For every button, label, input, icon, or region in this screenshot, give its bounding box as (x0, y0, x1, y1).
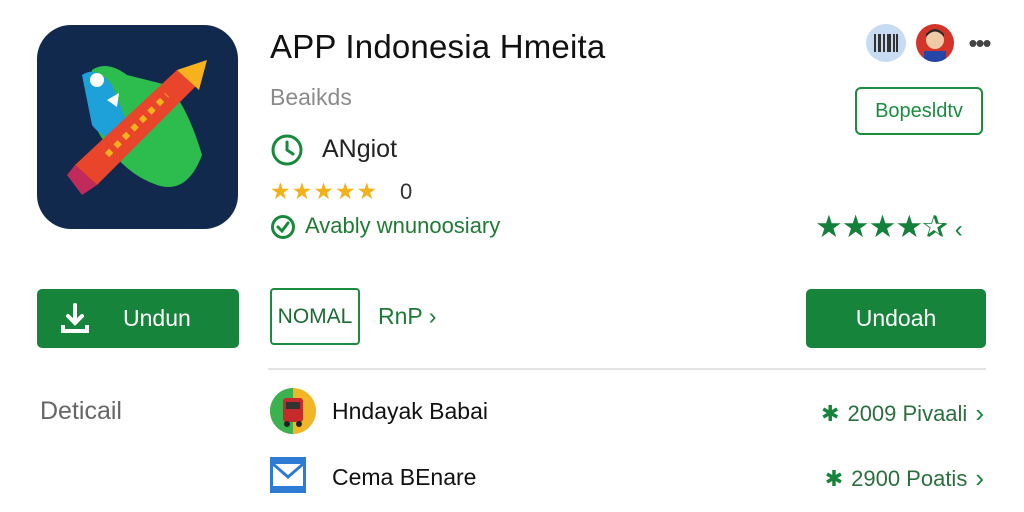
badge-icon: ✱ (824, 465, 844, 491)
secondary-action-button[interactable]: Bopesldtv (855, 87, 983, 135)
verified-text: Avably wnunoosiary (305, 213, 501, 238)
install-button-right[interactable]: Undoah (806, 289, 986, 348)
nomal-option-button[interactable]: NOMAL (270, 288, 360, 345)
download-icon (61, 302, 89, 333)
chevron-right-icon: › (975, 398, 984, 428)
app-title: APP Indonesia Hmeita (270, 28, 606, 65)
detail-row-1-meta: 2009 Pivaali (847, 400, 968, 426)
large-rating-stars-glyphs: ★★★★✰ (815, 209, 948, 244)
header-actions: ••• (866, 24, 994, 62)
barcode-icon[interactable] (866, 24, 906, 62)
details-section-label: Deticail (40, 397, 122, 425)
app-subtitle: Beaikds (270, 84, 352, 110)
detail-row-1[interactable]: ✱ 2009 Pivaali › (821, 398, 984, 429)
app-category: ANgiot (322, 135, 398, 163)
divider (268, 368, 986, 370)
rating-stars: ★★★★★ (270, 178, 379, 204)
large-rating-suffix: ‹ (954, 216, 963, 243)
detail-row-2-label: Cema BEnare (332, 464, 477, 490)
detail-row-1-label: Hndayak Babai (332, 398, 488, 424)
chevron-right-icon: › (975, 463, 984, 493)
install-button-left-label: Undun (123, 305, 191, 331)
rating-count: 0 (400, 179, 413, 204)
install-button-left[interactable]: Undun (37, 289, 239, 348)
avatar[interactable] (916, 24, 954, 62)
more-options-icon[interactable]: ••• (964, 30, 994, 56)
large-rating-stars: ★★★★✰ ‹ (815, 209, 963, 245)
clock-icon (270, 133, 304, 167)
app-icon (37, 25, 238, 229)
detail-row-2-meta: 2900 Poatis (851, 465, 968, 491)
detail-row-2[interactable]: ✱ 2900 Poatis › (825, 463, 984, 494)
badge-icon: ✱ (821, 400, 840, 426)
bus-icon (270, 388, 316, 434)
rnp-link[interactable]: RnP › (378, 303, 436, 330)
mail-icon (270, 457, 306, 493)
verified-check-icon (270, 214, 296, 240)
